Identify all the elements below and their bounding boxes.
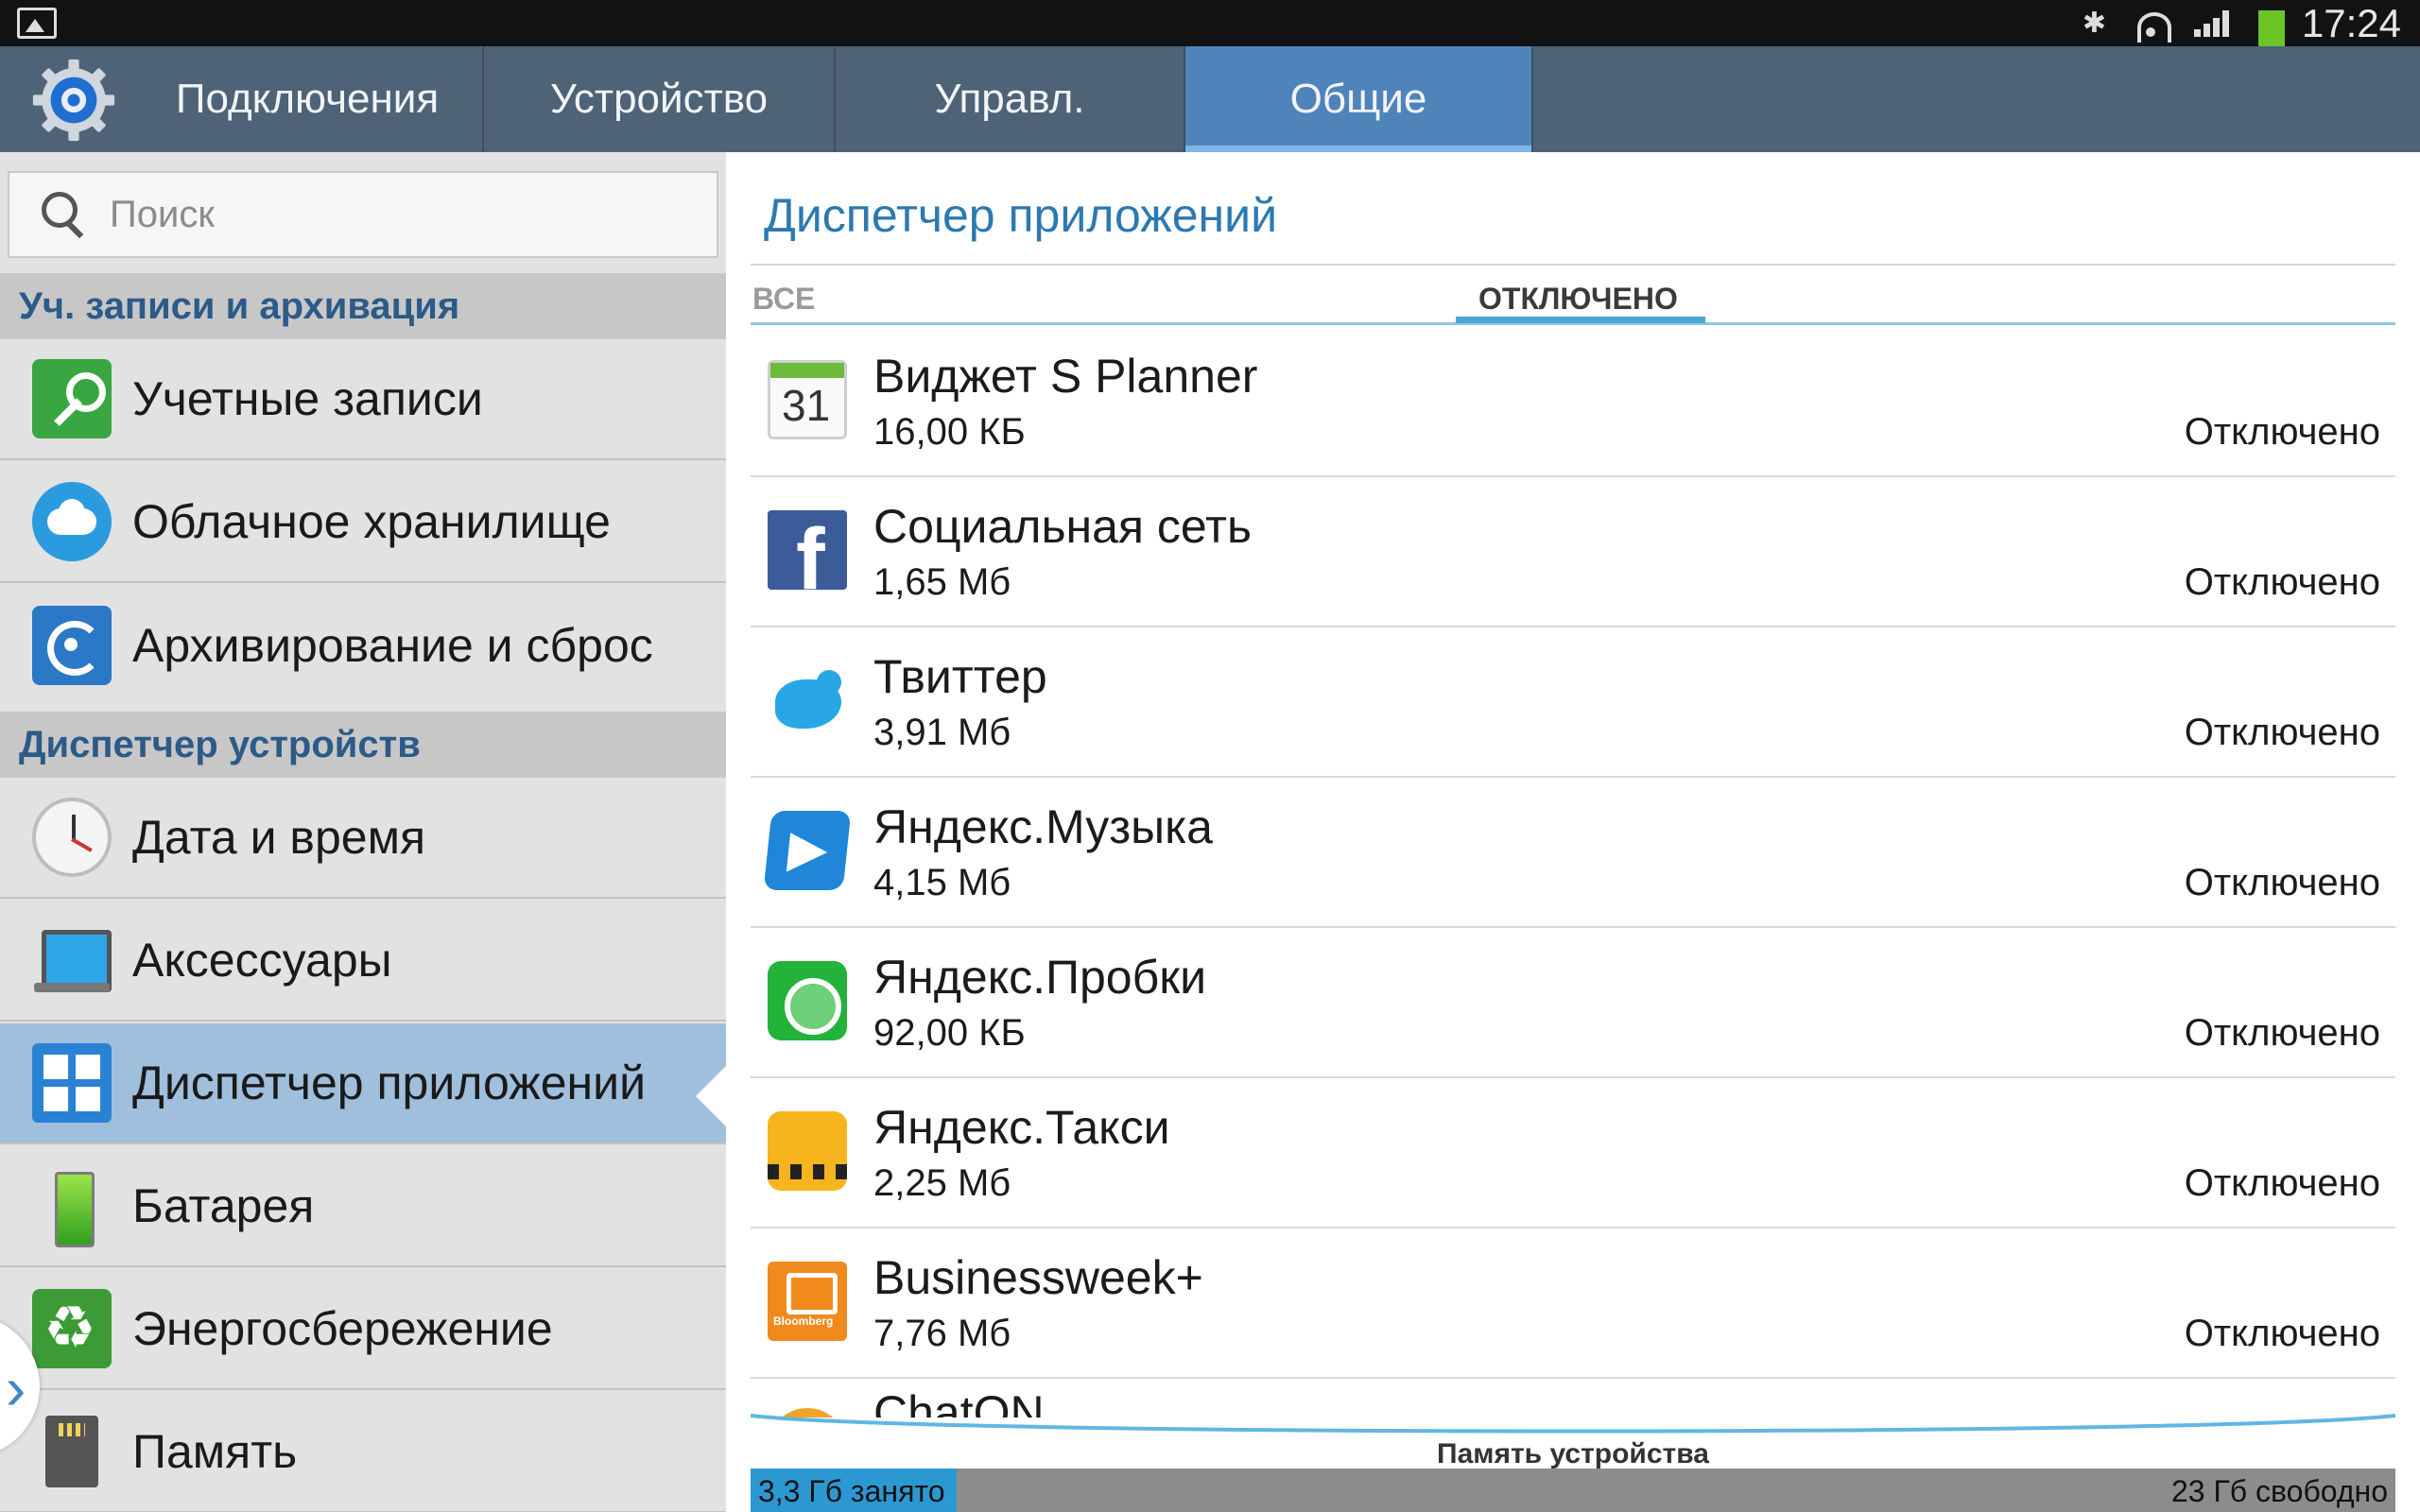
sidebar-item-battery[interactable]: Батарея xyxy=(0,1146,726,1267)
yandex-traffic-icon xyxy=(768,961,847,1040)
device-storage-indicator: Память устройства 3,3 Гб занято 23 Гб св… xyxy=(751,1408,2395,1512)
sidebar-item-cloud[interactable]: Облачное хранилище xyxy=(0,462,726,583)
sidebar-item-label: Аксессуары xyxy=(132,934,392,987)
settings-sidebar: Уч. записи и архивация Учетные записи Об… xyxy=(0,152,726,1512)
storage-bar: 3,3 Гб занято 23 Гб свободно xyxy=(751,1469,2395,1512)
app-size: 3,91 Мб xyxy=(873,712,1011,753)
title-divider xyxy=(751,264,2395,266)
accessory-icon xyxy=(32,920,112,1000)
tab-device[interactable]: Устройство xyxy=(484,46,836,152)
app-manager-icon xyxy=(32,1043,112,1123)
app-size: 2,25 Мб xyxy=(873,1162,1011,1204)
key-icon xyxy=(32,359,112,438)
app-size: 7,76 Мб xyxy=(873,1313,1011,1354)
sidebar-item-label: Учетные записи xyxy=(132,372,483,425)
sidebar-item-power-saving[interactable]: Энергосбережение xyxy=(0,1269,726,1390)
battery-status-icon xyxy=(2255,7,2285,48)
app-name: Яндекс.Музыка xyxy=(873,800,1213,853)
search-input[interactable] xyxy=(110,193,677,236)
storage-label: Память устройства xyxy=(1437,1438,1709,1469)
sidebar-item-app-manager[interactable]: Диспетчер приложений xyxy=(0,1023,726,1144)
app-status: Отключено xyxy=(2184,1313,2380,1354)
app-size: 1,65 Мб xyxy=(873,561,1011,603)
app-status: Отключено xyxy=(2184,411,2380,453)
app-name: Яндекс.Пробки xyxy=(873,951,1207,1004)
yandex-music-icon xyxy=(763,811,852,890)
storage-free-text: 23 Гб свободно xyxy=(2170,1474,2388,1508)
sidebar-item-label: Архивирование и сброс xyxy=(132,619,653,672)
gallery-notification-icon xyxy=(17,8,57,39)
twitter-icon xyxy=(768,661,847,740)
sidebar-item-backup-reset[interactable]: Архивирование и сброс xyxy=(0,585,726,706)
search-icon xyxy=(36,186,93,243)
battery-icon xyxy=(32,1166,112,1247)
app-status: Отключено xyxy=(2184,862,2380,903)
app-status: Отключено xyxy=(2184,1012,2380,1054)
storage-used-text: 3,3 Гб занято xyxy=(758,1474,945,1508)
app-status: Отключено xyxy=(2184,1162,2380,1204)
sidebar-item-date-time[interactable]: Дата и время xyxy=(0,778,726,899)
facebook-icon xyxy=(768,510,847,610)
yandex-taxi-icon xyxy=(768,1111,847,1191)
selection-pointer xyxy=(696,1066,726,1126)
tab-connections[interactable]: Подключения xyxy=(132,46,484,152)
app-status: Отключено xyxy=(2184,561,2380,603)
power-saving-icon xyxy=(32,1289,112,1368)
clock: 17:24 xyxy=(2301,0,2401,45)
app-row-social-network[interactable]: Социальная сеть 1,65 Мб Отключено xyxy=(751,478,2395,627)
app-status: Отключено xyxy=(2184,712,2380,753)
sidebar-item-accessories[interactable]: Аксессуары xyxy=(0,901,726,1022)
app-row-yandex-taxi[interactable]: Яндекс.Такси 2,25 Мб Отключено xyxy=(751,1079,2395,1228)
app-name: Виджет S Planner xyxy=(873,350,1258,403)
sidebar-item-label: Память xyxy=(132,1425,298,1478)
app-manager-panel: Диспетчер приложений ВСЕ ОТКЛЮЧЕНО Видже… xyxy=(726,152,2420,1512)
sidebar-item-label: Дата и время xyxy=(132,811,426,864)
section-header-device-manager: Диспетчер устройств xyxy=(0,712,726,778)
tab-controls[interactable]: Управл. xyxy=(836,46,1185,152)
app-row-twitter[interactable]: Твиттер 3,91 Мб Отключено xyxy=(751,628,2395,778)
app-row-yandex-traffic[interactable]: Яндекс.Пробки 92,00 КБ Отключено xyxy=(751,929,2395,1078)
cloud-icon xyxy=(32,482,112,561)
sidebar-item-storage[interactable]: Память xyxy=(0,1392,726,1512)
bluetooth-icon xyxy=(2077,7,2111,41)
settings-tab-bar: Подключения Устройство Управл. Общие xyxy=(0,46,2420,152)
app-row-s-planner-widget[interactable]: Виджет S Planner 16,00 КБ Отключено xyxy=(751,328,2395,477)
app-row-yandex-music[interactable]: Яндекс.Музыка 4,15 Мб Отключено xyxy=(751,779,2395,928)
active-tab-indicator xyxy=(1456,317,1705,323)
sidebar-item-accounts[interactable]: Учетные записи xyxy=(0,339,726,460)
calendar-icon xyxy=(768,360,847,439)
settings-gear-icon xyxy=(32,59,115,142)
sidebar-item-label: Батарея xyxy=(132,1179,315,1232)
app-name: Businessweek+ xyxy=(873,1251,1203,1304)
section-header-accounts: Уч. записи и архивация xyxy=(0,273,726,339)
app-size: 92,00 КБ xyxy=(873,1012,1026,1054)
clock-icon xyxy=(32,798,112,877)
businessweek-icon xyxy=(768,1262,847,1341)
sidebar-item-label: Облачное хранилище xyxy=(132,495,611,548)
app-size: 16,00 КБ xyxy=(873,411,1026,453)
app-name: Яндекс.Такси xyxy=(873,1101,1170,1154)
wifi-icon xyxy=(2134,7,2171,43)
sidebar-item-label: Диспетчер приложений xyxy=(132,1057,646,1109)
page-title: Диспетчер приложений xyxy=(764,189,1277,242)
sidebar-item-label: Энергосбережение xyxy=(132,1302,553,1355)
memory-card-icon xyxy=(32,1412,112,1491)
tab-all[interactable]: ВСЕ xyxy=(752,275,815,322)
search-box[interactable] xyxy=(8,171,718,258)
app-name: Твиттер xyxy=(873,650,1047,703)
app-name: Социальная сеть xyxy=(873,500,1252,553)
app-row-businessweek[interactable]: Businessweek+ 7,76 Мб Отключено xyxy=(751,1229,2395,1379)
tab-disabled[interactable]: ОТКЛЮЧЕНО xyxy=(1478,275,1678,322)
status-bar: 17:24 xyxy=(0,0,2420,48)
tab-general[interactable]: Общие xyxy=(1185,46,1533,152)
app-size: 4,15 Мб xyxy=(873,862,1011,903)
backup-icon xyxy=(32,606,112,685)
signal-icon xyxy=(2190,7,2232,41)
